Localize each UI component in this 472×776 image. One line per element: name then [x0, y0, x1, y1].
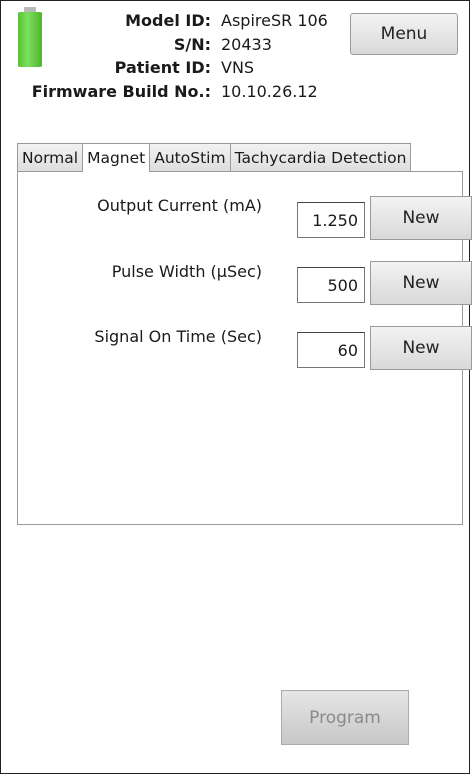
- signal-on-time-value: 60: [297, 332, 365, 368]
- signal-on-time-label: Signal On Time (Sec): [94, 327, 262, 346]
- firmware-build-label: Firmware Build No.:: [31, 81, 211, 101]
- tab-magnet[interactable]: Magnet: [82, 143, 151, 172]
- firmware-build-value: 10.10.26.12: [221, 81, 318, 101]
- device-info-labels: Model ID: S/N: Patient ID: Firmware Buil…: [32, 9, 211, 103]
- menu-button[interactable]: Menu: [350, 13, 458, 55]
- pulse-width-value: 500: [297, 267, 365, 303]
- pulse-width-new-button[interactable]: New: [370, 261, 472, 305]
- output-current-value: 1.250: [297, 202, 365, 238]
- patient-id-label: Patient ID:: [114, 58, 211, 77]
- pulse-width-label: Pulse Width (µSec): [111, 262, 262, 281]
- tab-bar: Normal Magnet AutoStim Tachycardia Detec…: [17, 143, 412, 172]
- signal-on-time-new-button[interactable]: New: [370, 326, 472, 370]
- output-current-new-button[interactable]: New: [370, 196, 472, 240]
- device-info-values: AspireSR 106 20433 VNS 10.10.26.12: [221, 9, 328, 103]
- model-id-label: Model ID:: [125, 11, 211, 30]
- patient-id-value: VNS: [221, 58, 255, 77]
- model-id-value: AspireSR 106: [221, 11, 328, 30]
- tab-tachycardia-detection[interactable]: Tachycardia Detection: [229, 143, 412, 171]
- app-window: Model ID: S/N: Patient ID: Firmware Buil…: [0, 0, 472, 774]
- output-current-label: Output Current (mA): [97, 196, 262, 215]
- magnet-settings-panel: Output Current (mA) 1.250 New Pulse Widt…: [17, 171, 472, 525]
- serial-number-label: S/N:: [173, 34, 211, 54]
- program-button[interactable]: Program: [281, 690, 409, 745]
- tab-autostim[interactable]: AutoStim: [149, 143, 231, 171]
- tab-normal[interactable]: Normal: [17, 143, 84, 171]
- serial-number-value: 20433: [221, 34, 272, 54]
